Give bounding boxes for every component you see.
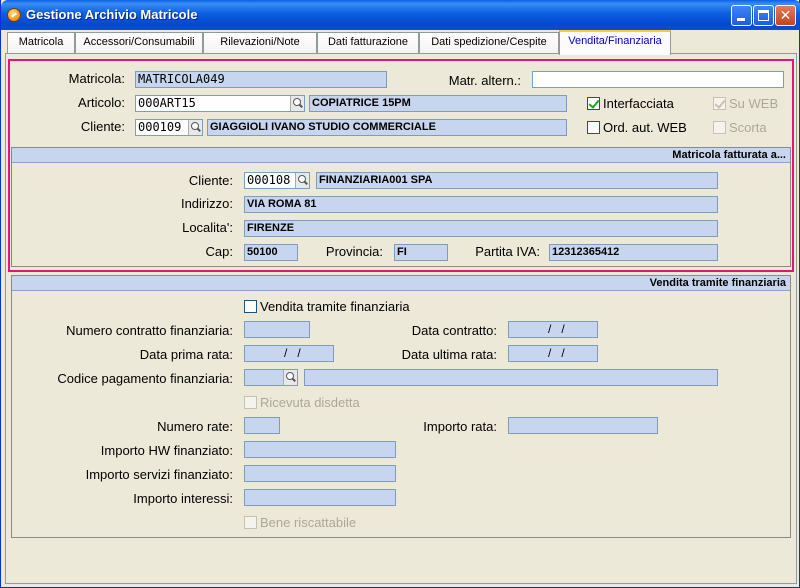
localita-field: FIRENZE [244,220,718,237]
numero-contratto-label: Numero contratto finanziaria: [66,323,233,338]
codice-pagamento-field[interactable] [244,369,298,386]
tab-strip: Matricola Accessori/Consumabili Rilevazi… [5,30,797,55]
su-web-checkbox [713,97,726,110]
bene-riscattabile-label: Bene riscattabile [260,515,357,530]
interfacciata-label: Interfacciata [603,96,674,111]
tab-rilevazioni-note[interactable]: Rilevazioni/Note [203,32,317,54]
importo-servizi-field[interactable] [244,465,396,482]
tab-matricola[interactable]: Matricola [7,32,75,54]
close-button[interactable]: ✕ [775,5,796,26]
importo-rata-field[interactable] [508,417,658,434]
tab-dati-spedizione-cespite[interactable]: Dati spedizione/Cespite [419,32,559,54]
data-contratto-label: Data contratto: [411,323,497,338]
ord-aut-web-label: Ord. aut. WEB [603,120,687,135]
data-prima-rata-label: Data prima rata: [139,347,233,362]
maximize-icon [758,10,769,21]
window-title: Gestione Archivio Matricole [26,7,198,22]
maximize-button[interactable] [753,5,774,26]
cap-label: Cap: [205,244,233,259]
minimize-button[interactable] [731,5,752,26]
importo-interessi-field[interactable] [244,489,396,506]
tab-accessori-consumabili[interactable]: Accessori/Consumabili [75,32,203,54]
data-prima-rata-field[interactable]: / / [244,345,334,362]
cliente-lookup-icon[interactable] [188,120,202,135]
cliente-label: Cliente: [80,119,125,134]
fatturata-cliente-code-field[interactable]: 000108 [244,172,310,189]
main-window: Gestione Archivio Matricole ✕ Matricola … [0,0,800,588]
finanziaria-header: Vendita tramite finanziaria [12,276,790,291]
importo-interessi-label: Importo interessi: [133,491,233,506]
indirizzo-field: VIA ROMA 81 [244,196,718,213]
fatturata-cliente-lookup-icon[interactable] [295,173,309,188]
minimize-icon [737,18,745,21]
matricola-label: Matricola: [68,71,125,86]
app-icon [7,8,21,22]
indirizzo-label: Indirizzo: [180,196,233,211]
partita-iva-label: Partita IVA: [475,244,540,259]
vendita-finanziaria-label: Vendita tramite finanziaria [260,299,410,314]
scorta-checkbox [713,121,726,134]
fatturata-cliente-code-value: 000108 [247,173,291,187]
provincia-field: FI [394,244,448,261]
interfacciata-checkbox[interactable] [587,97,600,110]
matricola-field[interactable]: MATRICOLA049 [135,71,387,88]
articolo-description-field: COPIATRICE 15PM [309,95,567,112]
codice-pagamento-lookup-icon[interactable] [283,370,297,385]
provincia-label: Provincia: [325,244,383,259]
tab-dati-fatturazione[interactable]: Dati fatturazione [317,32,419,54]
articolo-lookup-icon[interactable] [290,96,304,111]
cliente-description-field: GIAGGIOLI IVANO STUDIO COMMERCIALE [207,119,567,136]
importo-servizi-label: Importo servizi finanziato: [85,467,233,482]
scorta-label: Scorta [729,120,767,135]
fatturata-cliente-description-field: FINANZIARIA001 SPA [316,172,718,189]
codice-pagamento-label: Codice pagamento finanziaria: [57,371,233,386]
partita-iva-field: 12312365412 [549,244,718,261]
localita-label: Localita': [182,220,233,235]
articolo-code-value: 000ART15 [138,96,196,110]
title-bar[interactable]: Gestione Archivio Matricole ✕ [1,0,800,30]
numero-rate-label: Numero rate: [157,419,233,434]
tab-vendita-finanziaria[interactable]: Vendita/Finanziaria [559,30,671,55]
fatturata-cliente-label: Cliente: [188,173,233,188]
cliente-code-field[interactable]: 000109 [135,119,203,136]
data-contratto-field[interactable]: / / [508,321,598,338]
cliente-code-value: 000109 [138,120,182,134]
importo-hw-label: Importo HW finanziato: [100,443,233,458]
matr-altern-label: Matr. altern.: [448,73,521,88]
articolo-code-field[interactable]: 000ART15 [135,95,305,112]
bene-riscattabile-checkbox [244,516,257,529]
importo-rata-label: Importo rata: [423,419,497,434]
fatturata-header: Matricola fatturata a... [12,148,790,163]
importo-hw-field[interactable] [244,441,396,458]
su-web-label: Su WEB [729,96,779,111]
cap-field: 50100 [244,244,298,261]
numero-contratto-field[interactable] [244,321,310,338]
codice-pagamento-description-field [304,369,718,386]
matr-altern-field[interactable] [532,71,784,88]
ricevuta-disdetta-checkbox [244,396,257,409]
ord-aut-web-checkbox[interactable] [587,121,600,134]
data-ultima-rata-label: Data ultima rata: [401,347,497,362]
data-ultima-rata-field[interactable]: / / [508,345,598,362]
numero-rate-field[interactable] [244,417,280,434]
articolo-label: Articolo: [78,95,125,110]
close-icon: ✕ [779,7,792,23]
ricevuta-disdetta-label: Ricevuta disdetta [260,395,360,410]
vendita-finanziaria-checkbox[interactable] [244,300,257,313]
